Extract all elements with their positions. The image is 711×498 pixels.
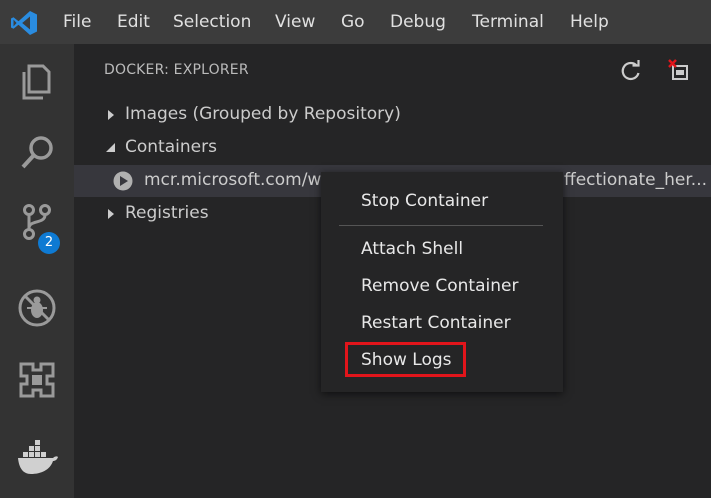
container-name-label: mcr.microsoft.com/wi: [144, 170, 327, 190]
chevron-right-icon: [108, 209, 114, 219]
debug-icon[interactable]: [15, 286, 59, 330]
extensions-icon[interactable]: [15, 358, 59, 402]
tree-item-containers[interactable]: Containers: [74, 132, 711, 164]
menu-help[interactable]: Help: [570, 11, 609, 33]
menu-item-restart-container[interactable]: Restart Container: [361, 313, 511, 333]
menu-terminal[interactable]: Terminal: [472, 11, 544, 33]
tree-item-registries-label: Registries: [125, 203, 209, 223]
tree-item-images-label: Images (Grouped by Repository): [125, 104, 401, 124]
sidebar-title: DOCKER: EXPLORER: [104, 62, 249, 78]
menu-edit[interactable]: Edit: [117, 11, 150, 33]
menu-file[interactable]: File: [63, 11, 91, 33]
menu-selection[interactable]: Selection: [173, 11, 251, 33]
tree-item-images[interactable]: Images (Grouped by Repository): [74, 99, 711, 131]
menu-debug[interactable]: Debug: [390, 11, 446, 33]
prune-icon[interactable]: [667, 58, 693, 84]
activity-bar: [0, 44, 74, 498]
menu-view[interactable]: View: [275, 11, 315, 33]
chevron-right-icon: [108, 110, 114, 120]
tree-item-containers-label: Containers: [125, 137, 217, 157]
menu-go[interactable]: Go: [341, 11, 365, 33]
container-name-suffix: ffectionate_her...: [564, 170, 707, 190]
menu-item-attach-shell[interactable]: Attach Shell: [361, 239, 463, 259]
docker-icon[interactable]: [15, 436, 59, 480]
menu-bar: File Edit Selection View Go Debug Termin…: [0, 0, 711, 44]
show-logs-highlight: [345, 342, 466, 377]
explorer-icon[interactable]: [15, 60, 59, 104]
vscode-logo-icon: [11, 11, 37, 35]
menu-item-stop-container[interactable]: Stop Container: [361, 191, 488, 211]
menu-item-remove-container[interactable]: Remove Container: [361, 276, 518, 296]
source-control-badge: 2: [38, 232, 60, 254]
chevron-down-icon: [106, 143, 115, 152]
container-running-icon: [113, 171, 133, 191]
menu-separator: [339, 225, 543, 226]
refresh-icon[interactable]: [618, 58, 644, 84]
search-icon[interactable]: [15, 130, 59, 174]
